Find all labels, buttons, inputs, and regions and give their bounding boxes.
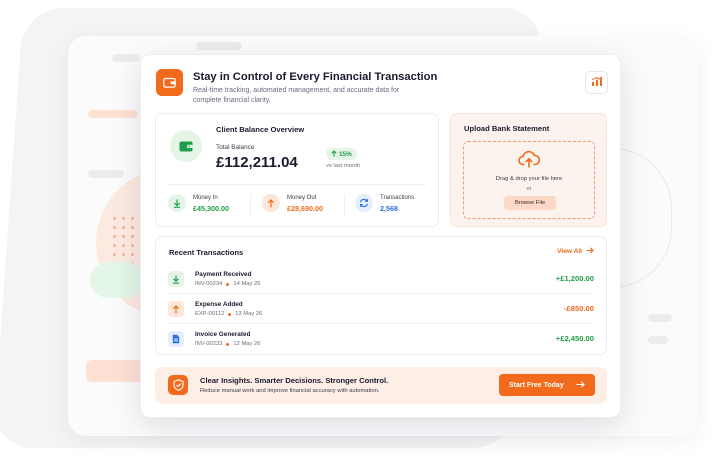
metric-money-in: Money In £45,300.00 xyxy=(168,194,229,213)
cta-label: Start Free Today xyxy=(509,381,564,389)
or-text: or xyxy=(526,186,532,192)
background-line xyxy=(196,42,242,50)
arrow-up-icon xyxy=(331,149,337,159)
balance-overview-panel: Client Balance Overview Total Balance £1… xyxy=(155,113,439,227)
background-bar xyxy=(86,360,146,382)
separator-dot xyxy=(226,282,230,286)
divider xyxy=(168,293,594,294)
wallet-icon xyxy=(170,130,202,162)
refresh-icon xyxy=(355,194,373,212)
footer-title: Clear Insights. Smarter Decisions. Stron… xyxy=(200,376,389,385)
metric-label: Transactions xyxy=(380,195,415,201)
transaction-amount: +£2,450.00 xyxy=(555,334,594,343)
total-balance-value: £112,211.04 xyxy=(216,154,298,171)
change-badge: 15% xyxy=(326,148,357,160)
separator-dot xyxy=(226,342,230,346)
metric-value: 2,568 xyxy=(380,204,398,213)
page-title: Stay in Control of Every Financial Trans… xyxy=(193,71,438,83)
transaction-date: 13 May 26 xyxy=(235,311,263,317)
transaction-ref: INV-00233 xyxy=(195,341,223,347)
wallet-icon xyxy=(156,69,183,96)
table-row[interactable]: Payment Received INV-00234 14 May 26 +£1… xyxy=(168,269,594,295)
transaction-name: Expense Added xyxy=(195,301,243,308)
transaction-meta: EXP-00112 13 May 26 xyxy=(195,311,262,317)
view-all-label: View All xyxy=(557,248,582,255)
transaction-date: 12 May 26 xyxy=(233,341,261,347)
transaction-meta: INV-00233 12 May 26 xyxy=(195,341,260,347)
table-row[interactable]: Expense Added EXP-00112 13 May 26 -£850.… xyxy=(168,299,594,325)
transactions-heading: Recent Transactions xyxy=(169,248,244,257)
download-icon xyxy=(168,271,184,287)
metric-value: £45,300.00 xyxy=(193,204,229,213)
page-subtitle: Real-time tracking, automated management… xyxy=(193,87,400,104)
arrow-down-icon xyxy=(168,194,186,212)
cloud-upload-icon xyxy=(518,150,541,168)
divider xyxy=(168,323,594,324)
background-line xyxy=(112,54,140,62)
background-pill xyxy=(90,262,145,298)
arrow-up-icon xyxy=(262,194,280,212)
transaction-name: Invoice Generated xyxy=(195,331,251,338)
transaction-ref: INV-00234 xyxy=(195,281,223,287)
browse-file-button[interactable]: Browse File xyxy=(504,196,556,210)
metric-transactions: Transactions 2,568 xyxy=(355,194,414,213)
arrow-up-icon xyxy=(168,301,184,317)
drop-text: Drag & drop your file here xyxy=(495,176,563,182)
background-line xyxy=(648,314,672,322)
recent-transactions-panel: Recent Transactions View All Payment Rec… xyxy=(155,236,607,355)
metric-value: £28,690.00 xyxy=(287,204,323,213)
document-icon xyxy=(168,331,184,347)
metric-label: Money Out xyxy=(287,195,317,201)
transaction-name: Payment Received xyxy=(195,271,252,278)
view-all-link[interactable]: View All xyxy=(557,247,594,256)
upload-panel: Upload Bank Statement Drag & drop your f… xyxy=(450,113,607,227)
separator-dot xyxy=(228,312,232,316)
transaction-amount: +£1,200.00 xyxy=(555,274,594,283)
background-line xyxy=(648,336,668,344)
metric-money-out: Money Out £28,690.00 xyxy=(262,194,323,213)
arrow-right-icon xyxy=(586,247,594,256)
arrow-right-icon xyxy=(576,380,585,390)
change-note: vs last month xyxy=(326,163,361,169)
divider xyxy=(250,194,251,216)
start-free-button[interactable]: Start Free Today xyxy=(499,374,595,396)
total-balance-label: Total Balance xyxy=(216,144,255,151)
metric-label: Money In xyxy=(193,195,218,201)
divider xyxy=(344,194,345,216)
change-value: 15% xyxy=(339,150,352,158)
transaction-meta: INV-00234 14 May 26 xyxy=(195,281,260,287)
stage: Stay in Control of Every Financial Trans… xyxy=(0,0,722,474)
background-line xyxy=(88,110,138,118)
table-row[interactable]: Invoice Generated INV-00233 12 May 26 +£… xyxy=(168,329,594,355)
chart-icon xyxy=(591,74,603,92)
chart-button[interactable] xyxy=(585,71,608,94)
transaction-amount: -£850.00 xyxy=(564,304,594,313)
transaction-date: 14 May 26 xyxy=(233,281,261,287)
shield-check-icon xyxy=(168,375,188,395)
transaction-ref: EXP-00112 xyxy=(195,311,225,317)
file-dropzone[interactable]: Drag & drop your file here or Browse Fil… xyxy=(463,141,595,219)
balance-heading: Client Balance Overview xyxy=(216,125,305,134)
background-line xyxy=(88,170,124,178)
main-card: Stay in Control of Every Financial Trans… xyxy=(140,54,621,418)
footer-subtitle: Reduce manual work and improve financial… xyxy=(200,388,380,394)
footer-banner: Clear Insights. Smarter Decisions. Stron… xyxy=(155,367,607,404)
divider xyxy=(168,184,426,185)
upload-title: Upload Bank Statement xyxy=(464,124,550,133)
